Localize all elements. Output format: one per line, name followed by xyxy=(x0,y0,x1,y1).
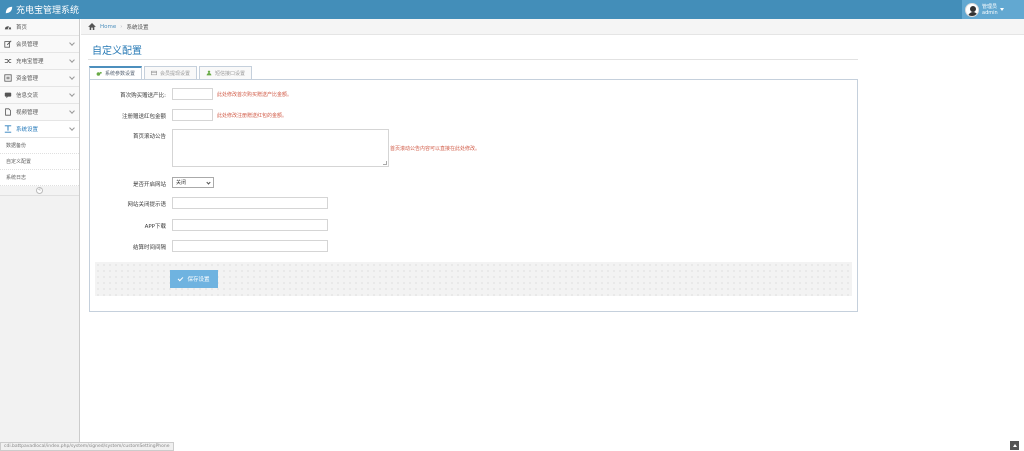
register-bonus-label: 注册赠送红包金额 xyxy=(121,114,166,120)
tab-bar: 系统参数设置 会员提现设置 短信接口设置 xyxy=(89,66,254,79)
file-icon xyxy=(5,108,11,116)
tab-sms-interface[interactable]: 短信接口设置 xyxy=(199,66,253,79)
sidebar-item-label: 视频管理 xyxy=(16,110,39,116)
sidebar-item-label: 会员管理 xyxy=(16,42,39,48)
page-title: 自定义配置 xyxy=(92,46,142,57)
tab-label: 短信接口设置 xyxy=(215,70,246,77)
settings-form: 首次购买赠送产比: 此处修改首次购买赠送产比金额。 注册赠送红包金额 此处修改注… xyxy=(89,79,858,312)
first-recharge-input[interactable] xyxy=(172,88,213,100)
sidebar-item-messages[interactable]: 信息交流 xyxy=(0,87,79,104)
sidebar-subitem-system-log[interactable]: 系统日志 xyxy=(0,170,79,186)
text-width-icon xyxy=(4,125,12,133)
app-download-input[interactable] xyxy=(172,219,328,231)
breadcrumb: Home › 系统设置 xyxy=(81,19,1024,35)
sidebar-item-funds[interactable]: 资金管理 xyxy=(0,70,79,87)
sidebar-item-label: 系统设置 xyxy=(16,127,39,133)
sidebar-item-home[interactable]: 首页 xyxy=(0,19,79,36)
user-name: admin xyxy=(982,9,998,16)
chevron-down-icon xyxy=(69,74,75,80)
avatar xyxy=(965,2,979,17)
refresh-interval-input[interactable] xyxy=(172,240,328,252)
first-recharge-label: 首次购买赠送产比: xyxy=(120,93,166,99)
caret-down-icon xyxy=(999,8,1004,11)
close-tip-input[interactable] xyxy=(172,197,328,209)
cogs-icon xyxy=(96,71,102,76)
user-info: 管理员 admin xyxy=(982,4,998,16)
first-recharge-hint: 此处修改首次购买赠送产比金额。 xyxy=(217,92,293,98)
site-open-select[interactable]: 关闭 xyxy=(172,177,214,188)
app-download-label: APP下载 xyxy=(144,224,166,230)
home-notice-hint: 首页滚动公告内容可以直接在此处修改。 xyxy=(390,146,481,152)
chat-icon xyxy=(4,92,12,99)
site-open-label: 是否开启网站 xyxy=(132,182,166,188)
tab-system-params[interactable]: 系统参数设置 xyxy=(89,66,143,79)
chevron-down-icon xyxy=(69,40,75,46)
top-navbar: 充电宝管理系统 管理员 admin xyxy=(0,0,1024,19)
tab-member-withdraw[interactable]: 会员提现设置 xyxy=(144,66,198,79)
home-notice-label: 首页滚动公告 xyxy=(132,134,166,140)
tab-label: 会员提现设置 xyxy=(160,70,191,77)
resize-grip-icon[interactable] xyxy=(383,161,387,165)
sidebar-item-powerbank[interactable]: 充电宝管理 xyxy=(0,53,79,70)
user-role: 管理员 xyxy=(982,3,998,10)
list-icon xyxy=(4,74,12,82)
sidebar-item-label: 充电宝管理 xyxy=(16,59,44,65)
leaf-icon xyxy=(5,6,13,13)
sidebar-subitem-backup[interactable]: 数据备份 xyxy=(0,138,79,154)
brand[interactable]: 充电宝管理系统 xyxy=(5,0,79,19)
sidebar-item-settings[interactable]: 系统设置 xyxy=(0,121,79,138)
chevron-down-icon xyxy=(206,180,211,185)
site-open-value: 关闭 xyxy=(176,180,187,186)
scroll-to-top-button[interactable] xyxy=(1010,441,1019,450)
check-icon xyxy=(178,275,184,282)
shuffle-icon xyxy=(4,59,12,63)
breadcrumb-current: 系统设置 xyxy=(126,24,149,31)
register-bonus-input[interactable] xyxy=(172,109,213,121)
sidebar-subitem-custom-config[interactable]: 自定义配置 xyxy=(0,154,79,170)
breadcrumb-home-link[interactable]: Home xyxy=(100,24,116,30)
register-bonus-hint: 此处修改注册赠送红包的金额。 xyxy=(217,113,288,119)
user-icon xyxy=(206,70,212,76)
sidebar-item-label: 首页 xyxy=(16,25,28,31)
chevron-down-icon xyxy=(69,57,75,63)
save-button[interactable]: 保存设置 xyxy=(170,270,218,288)
chevron-down-icon xyxy=(69,91,75,97)
user-menu[interactable]: 管理员 admin xyxy=(962,0,1024,19)
form-actions: 保存设置 xyxy=(95,262,852,296)
home-icon[interactable] xyxy=(88,23,96,30)
home-notice-textarea[interactable] xyxy=(172,129,389,167)
sidebar-collapse-bar[interactable]: « xyxy=(0,186,79,196)
close-tip-label: 网站关闭提示语 xyxy=(127,202,166,208)
tab-label: 系统参数设置 xyxy=(105,71,136,77)
sidebar-item-videos[interactable]: 视频管理 xyxy=(0,104,79,121)
sidebar-item-label: 信息交流 xyxy=(16,93,39,99)
chevron-down-icon xyxy=(69,108,75,114)
double-left-icon[interactable]: « xyxy=(36,187,43,194)
sidebar-item-members[interactable]: 会员管理 xyxy=(0,36,79,53)
breadcrumb-separator-icon: › xyxy=(120,23,123,30)
sidebar: 首页 会员管理 充电宝管理 资金管理 信息交流 视频管理 系统设置 数据备份 自… xyxy=(0,19,80,451)
divider xyxy=(88,59,858,60)
chevron-down-icon xyxy=(69,125,75,131)
save-button-label: 保存设置 xyxy=(187,277,210,283)
sidebar-item-label: 资金管理 xyxy=(16,76,39,82)
edit-icon xyxy=(4,40,12,48)
browser-status-url: cdi.battpavadlocal/index.php/system/sign… xyxy=(0,442,174,451)
app-title: 充电宝管理系统 xyxy=(16,6,80,16)
dashboard-icon xyxy=(4,26,12,30)
credit-card-icon xyxy=(151,70,158,76)
refresh-interval-label: 结算时间间隔 xyxy=(132,245,166,251)
